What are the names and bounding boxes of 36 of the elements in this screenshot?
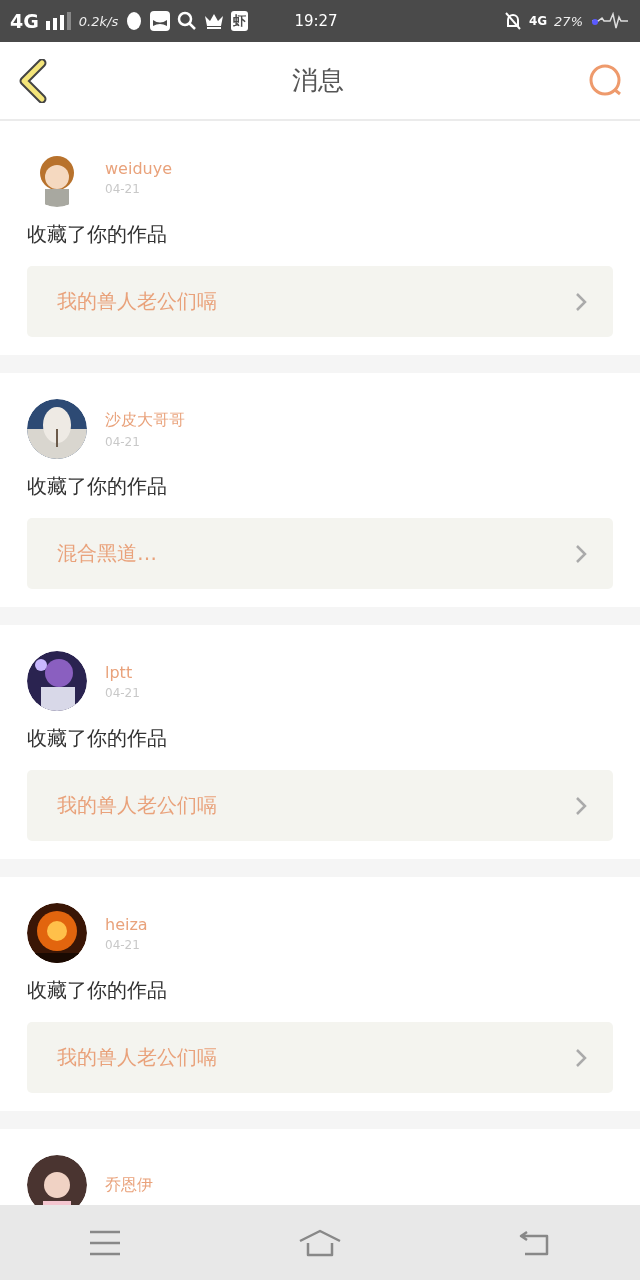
chevron-right-icon: [575, 291, 587, 312]
work-link[interactable]: 混合黑道…: [27, 518, 613, 589]
app-icon: [150, 11, 171, 31]
battery-level: 27%: [554, 13, 583, 29]
work-title: 我的兽人老公们嗝: [57, 288, 217, 315]
clock: 19:27: [294, 12, 338, 30]
message-text: 收藏了你的作品: [27, 221, 168, 248]
crown-icon: [204, 12, 225, 30]
message-text: 收藏了你的作品: [27, 473, 168, 500]
app-badge: 虾: [231, 11, 249, 31]
user-name[interactable]: heiza: [105, 914, 148, 934]
user-name[interactable]: weiduye: [105, 158, 172, 178]
user-name[interactable]: 乔恩伊: [105, 1174, 153, 1196]
bell-off-icon: [503, 11, 522, 31]
signal-icon: [45, 12, 72, 30]
user-name[interactable]: lptt: [105, 662, 140, 682]
message-text: 收藏了你的作品: [27, 725, 168, 752]
work-link[interactable]: 我的兽人老公们嗝: [27, 266, 613, 337]
work-link[interactable]: 我的兽人老公们嗝: [27, 1022, 613, 1093]
heartbeat-icon: [590, 12, 630, 30]
search-icon: [177, 11, 198, 31]
home-icon[interactable]: [298, 1228, 342, 1257]
menu-icon[interactable]: [88, 1229, 121, 1256]
network-type: 4G: [10, 10, 39, 32]
message-text: 收藏了你的作品: [27, 977, 168, 1004]
chevron-right-icon: [575, 1047, 587, 1068]
work-link[interactable]: 我的兽人老公们嗝: [27, 770, 613, 841]
work-title: 混合黑道…: [57, 540, 157, 567]
user-name[interactable]: 沙皮大哥哥: [105, 409, 185, 431]
chevron-right-icon: [575, 795, 587, 816]
network-speed: 0.2k/s: [78, 13, 119, 29]
work-title: 我的兽人老公们嗝: [57, 792, 217, 819]
chevron-right-icon: [575, 543, 587, 564]
work-title: 我的兽人老公们嗝: [57, 1044, 217, 1071]
page-title: 消息: [292, 64, 344, 97]
network-type: 4G: [528, 14, 548, 28]
